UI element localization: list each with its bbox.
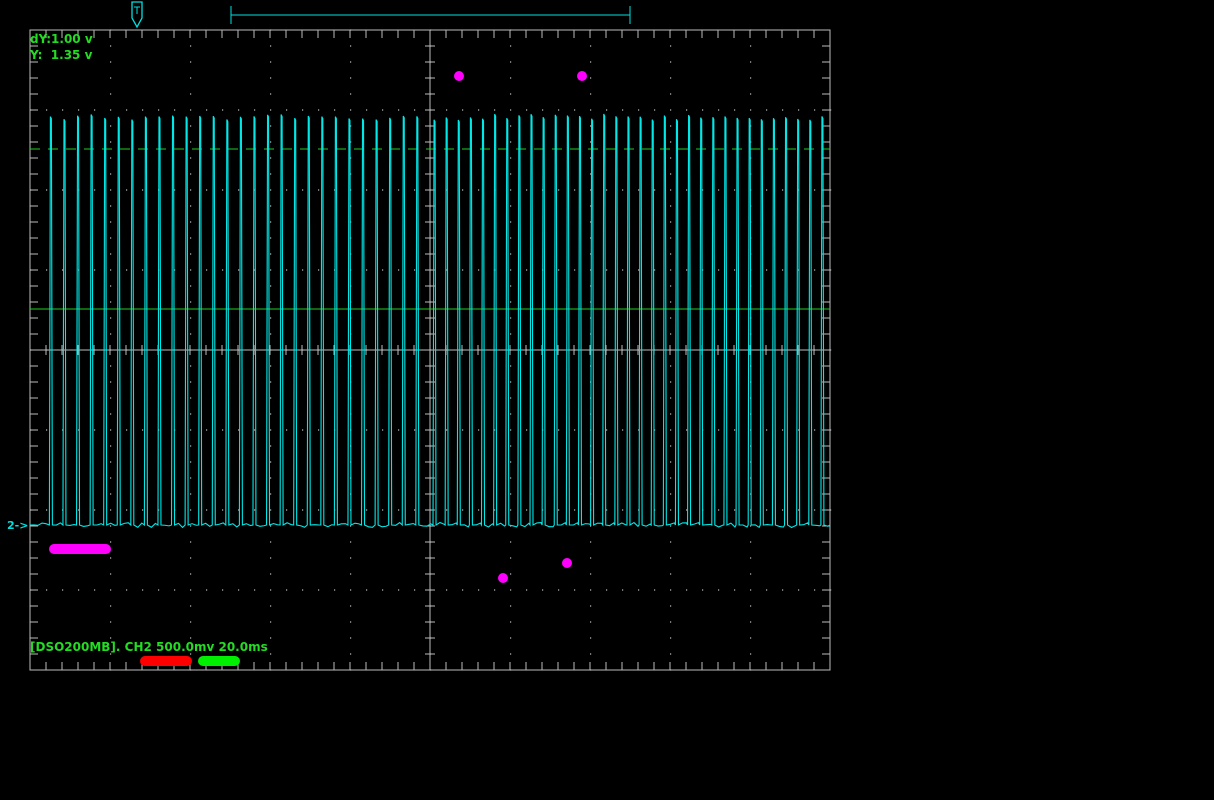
cursor-dot[interactable] bbox=[498, 573, 508, 583]
cursor-dot[interactable] bbox=[454, 71, 464, 81]
oscilloscope-display bbox=[29, 1, 832, 671]
red-indicator bbox=[140, 656, 192, 666]
cursor-dot[interactable] bbox=[577, 71, 587, 81]
trigger-marker-icon[interactable] bbox=[131, 1, 143, 29]
cursor-dot[interactable] bbox=[562, 558, 572, 568]
channel-2-marker[interactable]: 2-> bbox=[7, 519, 28, 532]
green-indicator bbox=[198, 656, 240, 666]
magenta-indicator bbox=[49, 544, 111, 554]
graticule bbox=[29, 29, 832, 671]
dy-readout: dY:1.00 v bbox=[30, 32, 93, 46]
status-readout: [DSO200MB]. CH2 500.0mv 20.0ms bbox=[30, 640, 268, 654]
memory-window-bracket[interactable] bbox=[230, 6, 631, 24]
y-readout: Y: 1.35 v bbox=[30, 48, 93, 62]
